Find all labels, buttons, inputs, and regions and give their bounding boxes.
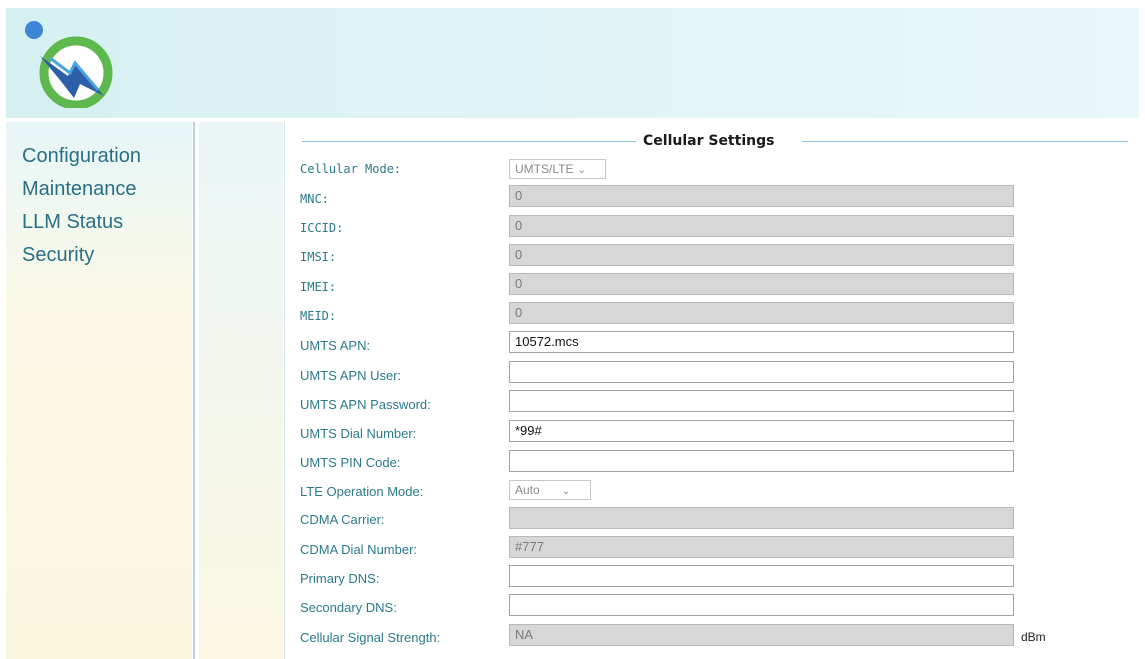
- cellular-mode-value: UMTS/LTE: [515, 162, 574, 176]
- umts-apn-user-input[interactable]: [509, 361, 1014, 383]
- imei-field: 0: [509, 273, 1014, 295]
- section-title: Cellular Settings: [643, 133, 775, 149]
- cdma-dial-number-field: #777: [509, 536, 1014, 558]
- fieldset-border-right: [802, 141, 1128, 142]
- meid-label: MEID:: [300, 309, 337, 323]
- primary-dns-input[interactable]: [509, 565, 1014, 587]
- iccid-label: ICCID:: [300, 221, 344, 235]
- fieldset-border-left: [302, 141, 636, 142]
- lte-operation-mode-label: LTE Operation Mode:: [300, 484, 424, 499]
- lte-operation-mode-select[interactable]: Auto ⌄: [509, 480, 591, 500]
- cdma-dial-number-label: CDMA Dial Number:: [300, 542, 418, 557]
- cdma-carrier-field: [509, 507, 1014, 529]
- sidebar-item-configuration[interactable]: Configuration: [22, 140, 192, 173]
- umts-apn-password-input[interactable]: [509, 390, 1014, 412]
- umts-pin-code-input[interactable]: [509, 450, 1014, 472]
- lte-operation-mode-value: Auto: [515, 483, 540, 497]
- umts-apn-user-label: UMTS APN User:: [300, 368, 402, 383]
- signal-strength-unit: dBm: [1021, 630, 1046, 644]
- cellular-mode-select[interactable]: UMTS/LTE ⌄: [509, 159, 606, 179]
- primary-dns-label: Primary DNS:: [300, 571, 380, 586]
- lightning-circle-logo-icon: [25, 21, 113, 108]
- header-banner: [6, 8, 1139, 118]
- content-gutter: [199, 122, 283, 659]
- chevron-down-icon: ⌄: [561, 486, 571, 497]
- meid-field: 0: [509, 302, 1014, 324]
- sidebar-item-security[interactable]: Security: [22, 239, 192, 272]
- cdma-carrier-label: CDMA Carrier:: [300, 512, 385, 527]
- iccid-field: 0: [509, 215, 1014, 237]
- imsi-field: 0: [509, 244, 1014, 266]
- imsi-label: IMSI:: [300, 250, 337, 264]
- signal-strength-label: Cellular Signal Strength:: [300, 630, 441, 645]
- cellular-mode-label: Cellular Mode:: [300, 162, 402, 176]
- imei-label: IMEI:: [300, 280, 337, 294]
- umts-dial-number-label: UMTS Dial Number:: [300, 426, 417, 441]
- secondary-dns-label: Secondary DNS:: [300, 600, 397, 615]
- sidebar-nav: Configuration Maintenance LLM Status Sec…: [6, 122, 192, 659]
- chevron-down-icon: ⌄: [577, 165, 586, 176]
- mnc-label: MNC:: [300, 192, 329, 206]
- umts-pin-code-label: UMTS PIN Code:: [300, 455, 401, 470]
- umts-dial-number-input[interactable]: *99#: [509, 420, 1014, 442]
- umts-apn-password-label: UMTS APN Password:: [300, 397, 431, 412]
- sidebar-item-maintenance[interactable]: Maintenance: [22, 173, 192, 206]
- umts-apn-input[interactable]: 10572.mcs: [509, 331, 1014, 353]
- umts-apn-label: UMTS APN:: [300, 338, 371, 353]
- mnc-field: 0: [509, 185, 1014, 207]
- signal-strength-field: NA: [509, 624, 1014, 646]
- sidebar-divider: [193, 122, 195, 659]
- secondary-dns-input[interactable]: [509, 594, 1014, 616]
- sidebar-item-llm-status[interactable]: LLM Status: [22, 206, 192, 239]
